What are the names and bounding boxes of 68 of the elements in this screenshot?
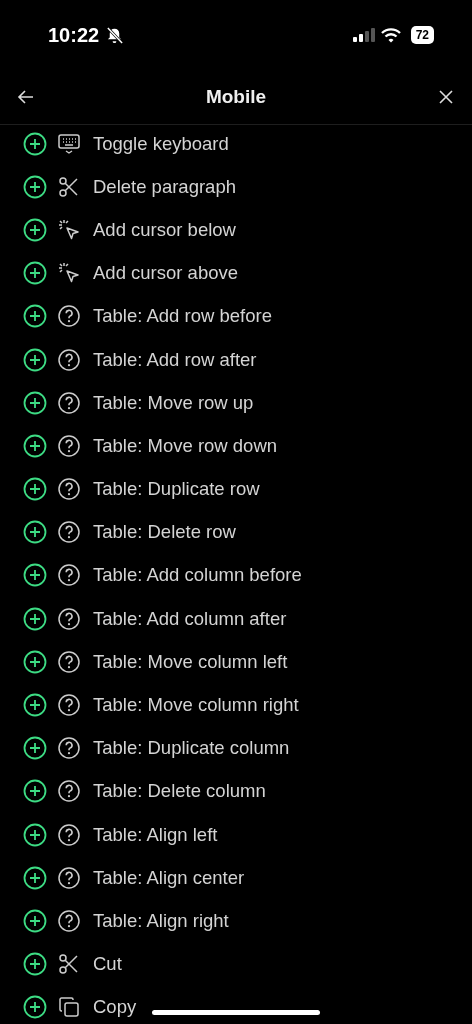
command-label: Table: Move row up	[93, 391, 254, 414]
add-button[interactable]	[23, 908, 47, 933]
help-icon	[57, 477, 81, 502]
command-label: Table: Align left	[93, 823, 218, 846]
command-label: Table: Move column left	[93, 650, 288, 673]
keyboard-icon	[57, 131, 81, 156]
add-button[interactable]	[23, 865, 47, 890]
help-icon	[57, 865, 81, 890]
add-button[interactable]	[23, 693, 47, 718]
command-label: Table: Delete row	[93, 521, 236, 544]
signal-icon	[352, 28, 375, 42]
add-button[interactable]	[23, 390, 47, 415]
command-label: Table: Move row down	[93, 434, 278, 457]
add-button[interactable]	[23, 520, 47, 545]
wifi-icon	[380, 27, 401, 43]
help-icon	[57, 563, 81, 588]
help-icon	[57, 822, 81, 847]
add-button[interactable]	[23, 347, 47, 372]
help-icon	[57, 649, 81, 674]
add-button[interactable]	[23, 779, 47, 804]
command-label: Table: Move column right	[93, 694, 299, 717]
add-button[interactable]	[23, 736, 47, 761]
command-label: Add cursor below	[93, 218, 236, 241]
command-label: Table: Add row before	[93, 305, 272, 328]
help-icon	[57, 347, 81, 372]
command-label: Table: Add row after	[93, 348, 257, 371]
help-icon	[57, 433, 81, 458]
status-time: 10:22	[48, 23, 100, 47]
command-label: Table: Duplicate row	[93, 478, 260, 501]
add-button[interactable]	[23, 477, 47, 502]
battery-level: 72	[410, 26, 434, 44]
command-label: Cut	[93, 953, 122, 976]
help-icon	[57, 779, 81, 804]
add-button[interactable]	[23, 606, 47, 631]
add-button[interactable]	[23, 563, 47, 588]
add-button[interactable]	[23, 131, 47, 156]
copy-icon	[57, 995, 81, 1020]
command-label: Add cursor above	[93, 262, 238, 285]
help-icon	[57, 304, 81, 329]
help-icon	[57, 736, 81, 761]
muted-bell-icon	[105, 25, 125, 45]
add-button[interactable]	[23, 649, 47, 674]
command-label: Copy	[93, 996, 137, 1019]
add-button[interactable]	[23, 433, 47, 458]
help-icon	[57, 606, 81, 631]
page-title: Mobile	[205, 86, 267, 108]
help-icon	[57, 693, 81, 718]
add-button[interactable]	[23, 261, 47, 286]
add-button[interactable]	[23, 217, 47, 242]
command-label: Table: Add column before	[93, 564, 302, 587]
help-icon	[57, 520, 81, 545]
command-label: Table: Align right	[93, 909, 229, 932]
add-button[interactable]	[23, 304, 47, 329]
command-label: Table: Delete column	[93, 780, 266, 803]
help-icon	[57, 390, 81, 415]
add-button[interactable]	[23, 174, 47, 199]
command-label: Table: Duplicate column	[93, 737, 290, 760]
command-label: Toggle keyboard	[93, 132, 229, 155]
add-button[interactable]	[23, 952, 47, 977]
pointer-icon	[57, 217, 81, 242]
scissors-icon	[57, 174, 81, 199]
command-label: Delete paragraph	[93, 175, 236, 198]
command-label: Table: Add column after	[93, 607, 287, 630]
add-button[interactable]	[23, 822, 47, 847]
scissors-icon	[57, 952, 81, 977]
command-label: Table: Align center	[93, 866, 245, 889]
add-button[interactable]	[23, 995, 47, 1020]
help-icon	[57, 908, 81, 933]
